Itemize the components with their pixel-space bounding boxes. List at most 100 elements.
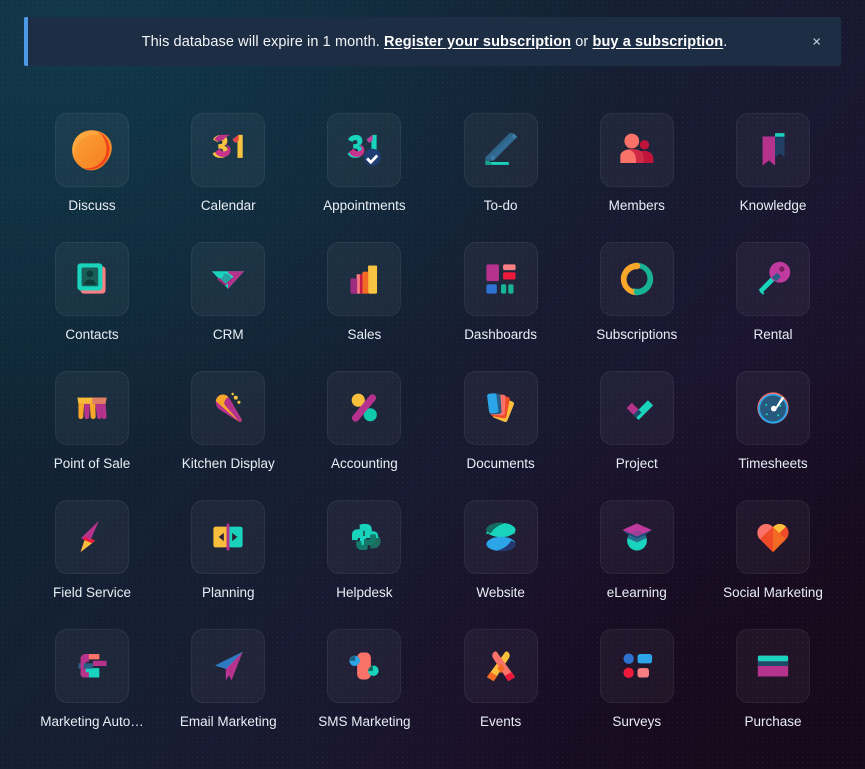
app-item-documents[interactable]: Documents bbox=[433, 368, 569, 497]
app-item-timesheets[interactable]: Timesheets bbox=[705, 368, 841, 497]
app-item-dashboards[interactable]: Dashboards bbox=[433, 239, 569, 368]
subscription-expiry-alert: This database will expire in 1 month. Re… bbox=[24, 17, 841, 66]
app-item-surveys[interactable]: Surveys bbox=[569, 626, 705, 755]
social-marketing-icon[interactable] bbox=[735, 500, 810, 574]
crm-icon[interactable] bbox=[191, 242, 266, 316]
appointments-icon[interactable] bbox=[327, 113, 402, 187]
alert-message-middle: or bbox=[571, 33, 593, 50]
app-label: Helpdesk bbox=[336, 586, 393, 600]
elearning-icon[interactable] bbox=[599, 500, 674, 574]
sales-icon[interactable] bbox=[327, 242, 402, 316]
app-item-calendar[interactable]: Calendar bbox=[160, 110, 296, 239]
app-label: Social Marketing bbox=[723, 586, 823, 600]
close-icon[interactable]: × bbox=[806, 30, 827, 53]
app-label: SMS Marketing bbox=[318, 715, 411, 729]
app-label: Purchase bbox=[744, 715, 802, 729]
sms-marketing-icon[interactable] bbox=[327, 629, 402, 703]
app-label: Appointments bbox=[323, 199, 406, 213]
app-label: Timesheets bbox=[738, 457, 808, 471]
app-item-crm[interactable]: CRM bbox=[160, 239, 296, 368]
app-label: Knowledge bbox=[739, 199, 807, 213]
app-item-point-of-sale[interactable]: Point of Sale bbox=[24, 368, 160, 497]
app-item-purchase[interactable]: Purchase bbox=[705, 626, 841, 755]
app-label: Events bbox=[479, 715, 522, 729]
events-icon[interactable] bbox=[463, 629, 538, 703]
app-label: Marketing Auto… bbox=[40, 715, 144, 729]
todo-icon[interactable] bbox=[463, 113, 538, 187]
subscriptions-icon[interactable] bbox=[599, 242, 674, 316]
app-label: Kitchen Display bbox=[181, 457, 275, 471]
marketing-automation-icon[interactable] bbox=[55, 629, 130, 703]
surveys-icon[interactable] bbox=[599, 629, 674, 703]
project-icon[interactable] bbox=[599, 371, 674, 445]
buy-subscription-link[interactable]: buy a subscription bbox=[592, 34, 723, 50]
app-item-email-marketing[interactable]: Email Marketing bbox=[160, 626, 296, 755]
app-item-contacts[interactable]: Contacts bbox=[24, 239, 160, 368]
app-item-knowledge[interactable]: Knowledge bbox=[705, 110, 841, 239]
rental-icon[interactable] bbox=[735, 242, 810, 316]
app-label: eLearning bbox=[606, 586, 667, 600]
app-item-sms-marketing[interactable]: SMS Marketing bbox=[296, 626, 432, 755]
app-label: Dashboards bbox=[464, 328, 537, 342]
app-item-elearning[interactable]: eLearning bbox=[569, 497, 705, 626]
app-item-sales[interactable]: Sales bbox=[296, 239, 432, 368]
app-label: Point of Sale bbox=[53, 457, 131, 471]
website-icon[interactable] bbox=[463, 500, 538, 574]
app-item-project[interactable]: Project bbox=[569, 368, 705, 497]
app-label: To-do bbox=[483, 199, 518, 213]
app-item-subscriptions[interactable]: Subscriptions bbox=[569, 239, 705, 368]
field-service-icon[interactable] bbox=[55, 500, 130, 574]
app-label: Sales bbox=[347, 328, 382, 342]
alert-body: This database will expire in 1 month. Re… bbox=[24, 17, 841, 66]
app-label: Calendar bbox=[200, 199, 256, 213]
app-label: Discuss bbox=[68, 199, 116, 213]
alert-message-prefix: This database will expire in 1 month. bbox=[141, 33, 385, 50]
discuss-icon[interactable] bbox=[55, 113, 130, 187]
app-label: Field Service bbox=[53, 586, 132, 600]
app-label: CRM bbox=[212, 328, 244, 342]
app-label: Members bbox=[608, 199, 665, 213]
app-item-events[interactable]: Events bbox=[433, 626, 569, 755]
app-item-planning[interactable]: Planning bbox=[160, 497, 296, 626]
app-item-website[interactable]: Website bbox=[433, 497, 569, 626]
point-of-sale-icon[interactable] bbox=[55, 371, 130, 445]
app-item-kitchen-display[interactable]: Kitchen Display bbox=[160, 368, 296, 497]
knowledge-icon[interactable] bbox=[735, 113, 810, 187]
accounting-icon[interactable] bbox=[327, 371, 402, 445]
app-item-appointments[interactable]: Appointments bbox=[296, 110, 432, 239]
app-label: Planning bbox=[201, 586, 255, 600]
app-label: Surveys bbox=[612, 715, 662, 729]
app-item-discuss[interactable]: Discuss bbox=[24, 110, 160, 239]
app-item-social-marketing[interactable]: Social Marketing bbox=[705, 497, 841, 626]
timesheets-icon[interactable] bbox=[735, 371, 810, 445]
app-item-helpdesk[interactable]: Helpdesk bbox=[296, 497, 432, 626]
app-label: Website bbox=[476, 586, 525, 600]
app-item-accounting[interactable]: Accounting bbox=[296, 368, 432, 497]
dashboards-icon[interactable] bbox=[463, 242, 538, 316]
documents-icon[interactable] bbox=[463, 371, 538, 445]
app-label: Accounting bbox=[331, 457, 398, 471]
app-label: Email Marketing bbox=[179, 715, 277, 729]
app-label: Project bbox=[615, 457, 658, 471]
purchase-icon[interactable] bbox=[735, 629, 810, 703]
app-label: Subscriptions bbox=[596, 328, 678, 342]
app-item-marketing-auto[interactable]: Marketing Auto… bbox=[24, 626, 160, 755]
app-item-field-service[interactable]: Field Service bbox=[24, 497, 160, 626]
apps-grid: Discuss Calendar Appointments To-do Memb… bbox=[0, 110, 865, 755]
kitchen-display-icon[interactable] bbox=[191, 371, 266, 445]
alert-message-suffix: . bbox=[723, 33, 728, 50]
app-item-members[interactable]: Members bbox=[569, 110, 705, 239]
calendar-icon[interactable] bbox=[191, 113, 266, 187]
register-subscription-link[interactable]: Register your subscription bbox=[384, 34, 571, 50]
app-item-rental[interactable]: Rental bbox=[705, 239, 841, 368]
email-marketing-icon[interactable] bbox=[191, 629, 266, 703]
helpdesk-icon[interactable] bbox=[327, 500, 402, 574]
planning-icon[interactable] bbox=[191, 500, 266, 574]
app-label: Contacts bbox=[65, 328, 119, 342]
alert-message: This database will expire in 1 month. Re… bbox=[142, 34, 728, 50]
members-icon[interactable] bbox=[599, 113, 674, 187]
app-label: Documents bbox=[466, 457, 535, 471]
app-item-to-do[interactable]: To-do bbox=[433, 110, 569, 239]
app-label: Rental bbox=[753, 328, 793, 342]
contacts-icon[interactable] bbox=[55, 242, 130, 316]
